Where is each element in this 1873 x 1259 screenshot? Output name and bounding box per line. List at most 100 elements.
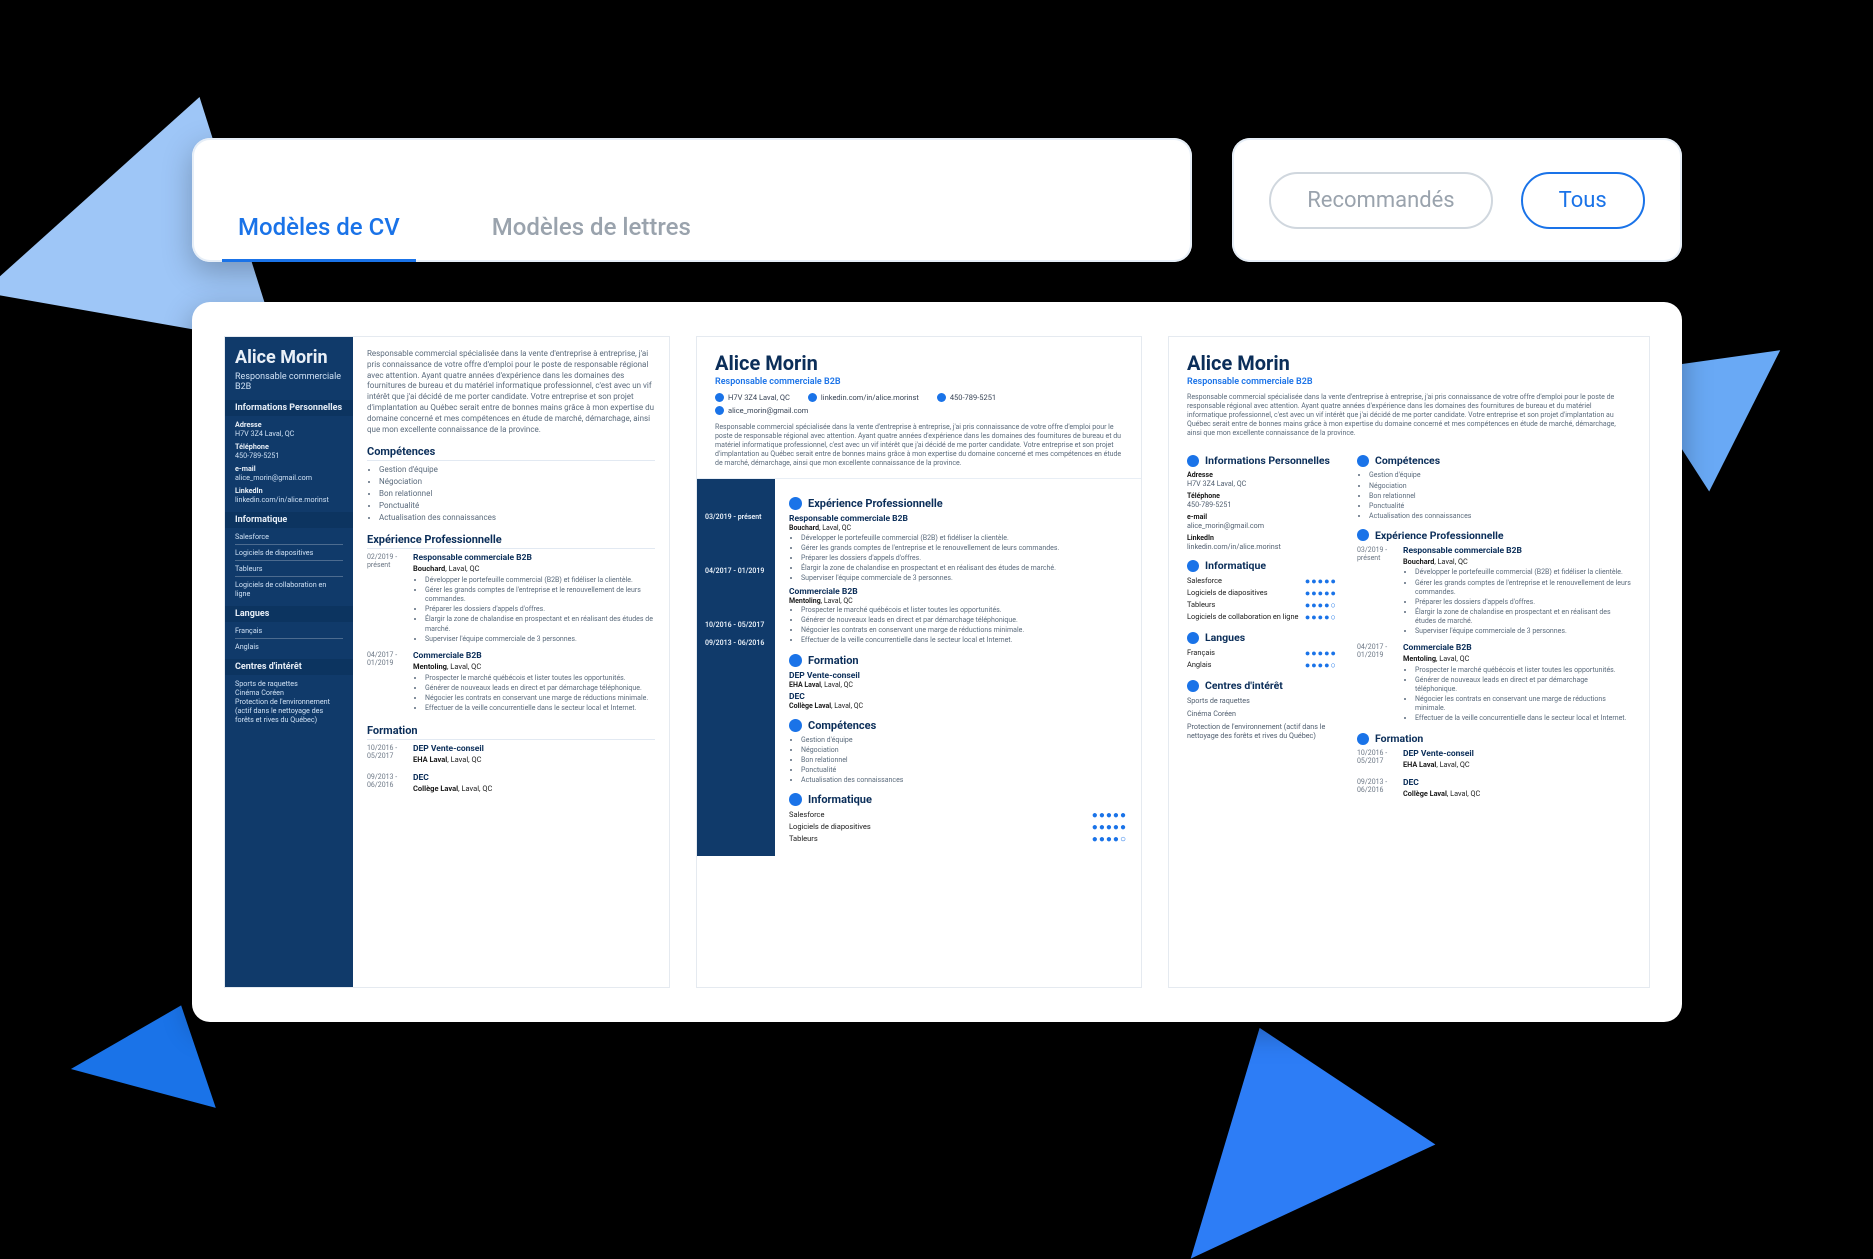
edu-title: DEP Vente-conseil xyxy=(413,744,655,754)
section-header-interests: Centres d'intérêt xyxy=(225,659,353,675)
tab-letter-templates[interactable]: Modèles de lettres xyxy=(476,195,707,262)
edu-location: Laval, QC xyxy=(461,784,492,793)
lang-item: Français xyxy=(235,626,343,635)
exp-title: Responsable commerciale B2B xyxy=(789,514,1127,524)
cv2-content: Expérience Professionnelle Responsable c… xyxy=(775,479,1141,856)
value-linkedin: linkedin.com/in/alice.morinst xyxy=(235,495,343,504)
skill-item: Bon relationnel xyxy=(379,489,655,500)
section-header-exp: Expérience Professionnelle xyxy=(808,497,943,510)
cv-template-3[interactable]: Alice Morin Responsable commerciale B2B … xyxy=(1168,336,1650,988)
exp-bullet: Effectuer de la veille concurrentielle d… xyxy=(801,636,1127,645)
interest-item: Protection de l'environnement (actif dan… xyxy=(1187,722,1337,740)
it-item: Logiciels de collaboration en ligne xyxy=(235,580,343,598)
pin-icon xyxy=(715,393,724,402)
filter-all[interactable]: Tous xyxy=(1521,172,1645,229)
phone-icon xyxy=(937,393,946,402)
person-name: Alice Morin xyxy=(715,351,1123,375)
exp-company: Bouchard xyxy=(413,564,445,573)
person-title: Responsable commerciale B2B xyxy=(1187,377,1631,387)
section-header-it: Informatique xyxy=(225,512,353,528)
section-header-it: Informatique xyxy=(1205,559,1266,572)
exp-bullet: Développer le portefeuille commercial (B… xyxy=(1415,568,1631,577)
graduation-icon xyxy=(789,654,802,667)
value-phone: 450-789-5251 xyxy=(235,451,343,460)
briefcase-icon xyxy=(1357,529,1369,541)
skill-item: Négociation xyxy=(801,746,1127,755)
skill-item: Ponctualité xyxy=(1369,502,1631,511)
section-header-lang: Langues xyxy=(1205,631,1245,644)
section-header-edu: Formation xyxy=(367,724,655,740)
exp-location: Laval, QC xyxy=(1438,557,1468,566)
skill-item: Gestion d'équipe xyxy=(801,736,1127,745)
exp-bullet: Préparer les dossiers d'appels d'offres. xyxy=(801,554,1127,563)
label-address: Adresse xyxy=(1187,471,1337,479)
edu-title: DEC xyxy=(1403,778,1631,788)
edu-location: Laval, QC xyxy=(834,702,863,710)
exp-bullet: Prospecter le marché québécois et lister… xyxy=(801,606,1127,615)
skill-item: Actualisation des connaissances xyxy=(801,776,1127,785)
globe-icon xyxy=(1187,632,1199,644)
exp-location: Laval, QC xyxy=(449,564,480,573)
exp-dates: 03/2019 - présent xyxy=(1357,546,1397,637)
section-header-interests: Centres d'intérêt xyxy=(1205,679,1283,692)
section-header-exp: Expérience Professionnelle xyxy=(367,533,655,549)
rating-dots: ●●●●● xyxy=(1092,810,1127,821)
date-label: 04/2017 - 01/2019 xyxy=(705,567,767,575)
value-email: alice_morin@gmail.com xyxy=(1187,521,1337,530)
section-header-info: Informations Personnelles xyxy=(225,400,353,416)
exp-location: Laval, QC xyxy=(450,662,481,671)
exp-location: Laval, QC xyxy=(824,597,853,605)
user-icon xyxy=(1187,455,1199,467)
label-email: e-mail xyxy=(235,464,343,473)
cv-template-2[interactable]: Alice Morin Responsable commerciale B2B … xyxy=(696,336,1142,988)
it-item: Tableurs xyxy=(1187,600,1215,611)
edu-dates: 09/2013 - 06/2016 xyxy=(367,773,407,796)
exp-location: Laval, QC xyxy=(1439,654,1469,663)
exp-bullet: Générer de nouveaux leads en direct et p… xyxy=(425,684,655,693)
interest-item: Cinéma Coréen xyxy=(1187,709,1337,718)
edu-school: Collège Laval xyxy=(789,702,831,710)
section-header-skills: Compétences xyxy=(808,719,876,732)
skill-item: Négociation xyxy=(379,477,655,488)
label-phone: Téléphone xyxy=(1187,492,1337,500)
mail-icon xyxy=(715,406,724,415)
rating-dots: ●●●●● xyxy=(1305,576,1337,587)
summary-text: Responsable commercial spécialisée dans … xyxy=(715,423,1123,468)
it-item: Logiciels de diapositives xyxy=(1187,588,1268,599)
edu-school: EHA Laval xyxy=(413,755,447,764)
cv-template-1[interactable]: Alice Morin Responsable commerciale B2B … xyxy=(224,336,670,988)
edu-title: DEP Vente-conseil xyxy=(1403,749,1631,759)
exp-location: Laval, QC xyxy=(822,524,851,532)
rating-dots: ●●●●○ xyxy=(1305,600,1337,611)
exp-dates: 02/2019 - présent xyxy=(367,553,407,644)
contact-linkedin: linkedin.com/in/alice.morinst xyxy=(808,393,919,402)
value-email: alice_morin@gmail.com xyxy=(235,473,343,482)
interest-item: Sports de raquettes xyxy=(235,679,343,688)
exp-company: Mentoling xyxy=(413,662,447,671)
exp-company: Bouchard xyxy=(1403,557,1434,566)
decorative-triangle xyxy=(1115,981,1436,1258)
edu-location: Laval, QC xyxy=(1450,789,1480,798)
label-linkedin: LinkedIn xyxy=(235,486,343,495)
skill-item: Bon relationnel xyxy=(801,756,1127,765)
monitor-icon xyxy=(789,793,802,806)
exp-bullet: Développer le portefeuille commercial (B… xyxy=(425,576,655,585)
exp-bullet: Négocier les contrats en conservant une … xyxy=(801,626,1127,635)
cv3-right-column: Compétences Gestion d'équipe Négociation… xyxy=(1357,446,1631,806)
exp-bullet: Superviser l'équipe commerciale de 3 per… xyxy=(425,635,655,644)
value-phone: 450-789-5251 xyxy=(1187,500,1337,509)
edu-school: EHA Laval xyxy=(1403,760,1436,769)
skill-item: Ponctualité xyxy=(801,766,1127,775)
rating-dots: ●●●●● xyxy=(1305,648,1337,659)
edu-location: Laval, QC xyxy=(1440,760,1470,769)
filter-recommended[interactable]: Recommandés xyxy=(1269,172,1492,229)
graduation-icon xyxy=(1357,733,1369,745)
rating-dots: ●●●●● xyxy=(1092,822,1127,833)
it-item: Logiciels de collaboration en ligne xyxy=(1187,612,1298,623)
tab-cv-templates[interactable]: Modèles de CV xyxy=(222,195,416,262)
section-header-skills: Compétences xyxy=(1375,454,1440,467)
exp-bullet: Préparer les dossiers d'appels d'offres. xyxy=(425,605,655,614)
exp-bullet: Négocier les contrats en conservant une … xyxy=(425,694,655,703)
briefcase-icon xyxy=(789,497,802,510)
person-title: Responsable commerciale B2B xyxy=(715,377,1123,387)
